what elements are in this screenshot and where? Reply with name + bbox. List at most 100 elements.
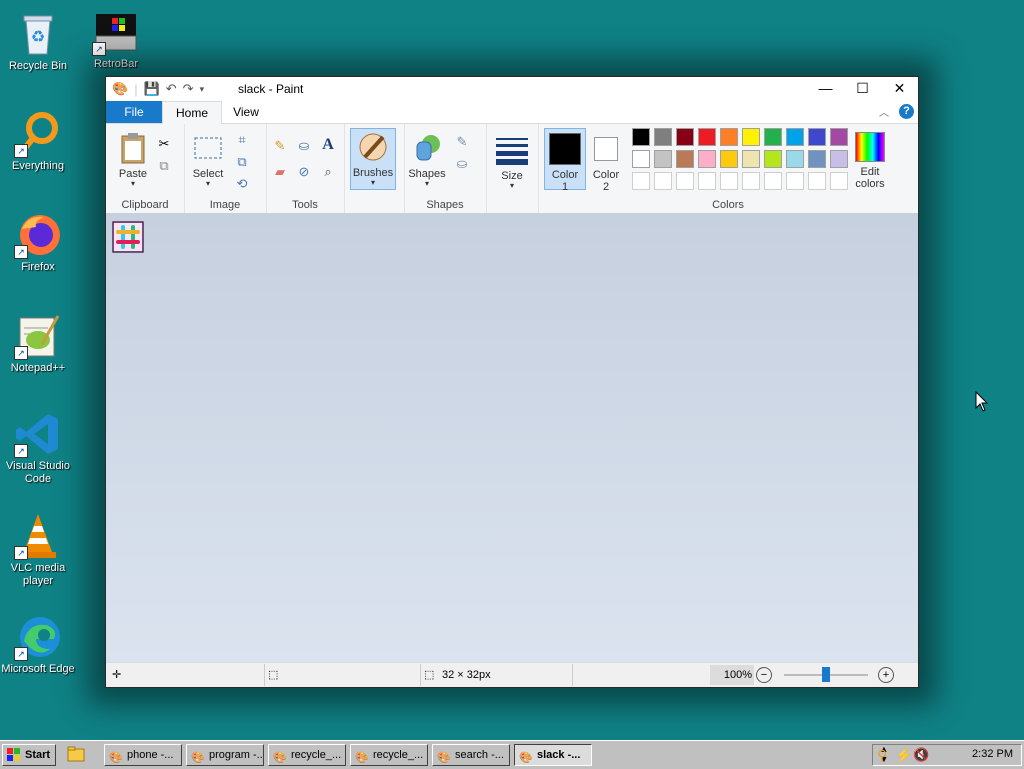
help-icon[interactable]: ? bbox=[899, 104, 914, 119]
palette-swatch[interactable] bbox=[808, 150, 826, 168]
palette-swatch[interactable] bbox=[698, 150, 716, 168]
undo-icon[interactable]: ↶ bbox=[166, 81, 177, 97]
copy-icon[interactable]: ⧉ bbox=[156, 158, 172, 174]
canvas-image[interactable] bbox=[112, 221, 144, 253]
palette-swatch[interactable] bbox=[632, 150, 650, 168]
eraser-icon[interactable]: ▰ bbox=[272, 164, 288, 180]
fill-bucket-icon[interactable]: ⛀ bbox=[296, 138, 312, 154]
resize-icon[interactable]: ⧉ bbox=[234, 154, 250, 170]
save-icon[interactable]: 💾 bbox=[144, 81, 160, 97]
canvas-area[interactable] bbox=[106, 213, 918, 662]
color-picker-icon[interactable]: ⊘ bbox=[296, 164, 312, 180]
paste-button[interactable]: Paste ▾ bbox=[116, 132, 150, 188]
close-button[interactable]: ✕ bbox=[881, 77, 918, 99]
text-tool-icon[interactable]: A bbox=[320, 137, 336, 153]
brush-icon bbox=[357, 131, 389, 163]
taskbar-button[interactable]: 🎨 search -... bbox=[432, 744, 510, 766]
quick-access-toolbar: 🎨 | 💾 ↶ ↷ ▾ bbox=[112, 81, 205, 97]
clock[interactable]: 2:32 PM bbox=[972, 748, 1013, 760]
fill-icon[interactable]: ⛀ bbox=[454, 156, 470, 172]
svg-text:♻: ♻ bbox=[31, 29, 45, 46]
shortcut-arrow-icon: ↗ bbox=[14, 245, 28, 259]
cut-icon[interactable]: ✂ bbox=[156, 136, 172, 152]
desktop-icon-vscode[interactable]: ↗ Visual Studio Code bbox=[0, 410, 76, 486]
zoom-out-button[interactable]: − bbox=[756, 667, 772, 683]
shapes-icon bbox=[411, 132, 443, 164]
palette-swatch[interactable] bbox=[830, 172, 848, 190]
zoom-slider-thumb[interactable] bbox=[822, 667, 830, 682]
palette-swatch[interactable] bbox=[786, 172, 804, 190]
size-button[interactable]: Size ▾ bbox=[494, 134, 530, 190]
palette-swatch[interactable] bbox=[786, 128, 804, 146]
tab-file[interactable]: File bbox=[106, 101, 162, 123]
pencil-icon[interactable]: ✎ bbox=[272, 138, 288, 154]
palette-swatch[interactable] bbox=[742, 150, 760, 168]
shapes-button[interactable]: Shapes ▾ bbox=[408, 132, 446, 188]
cursor-position-icon: ✛ bbox=[112, 669, 122, 681]
file-explorer-quicklaunch[interactable] bbox=[66, 745, 90, 765]
paint-app-icon[interactable]: 🎨 bbox=[112, 81, 128, 97]
palette-swatch[interactable] bbox=[632, 172, 650, 190]
palette-swatch[interactable] bbox=[786, 150, 804, 168]
everything-tray-icon[interactable]: ⚲ bbox=[877, 747, 887, 764]
redo-icon[interactable]: ↷ bbox=[183, 81, 194, 97]
palette-swatch[interactable] bbox=[764, 150, 782, 168]
palette-swatch[interactable] bbox=[742, 128, 760, 146]
taskbar-button[interactable]: 🎨 phone -... bbox=[104, 744, 182, 766]
select-button[interactable]: Select ▾ bbox=[190, 132, 226, 188]
palette-swatch[interactable] bbox=[830, 150, 848, 168]
rotate-icon[interactable]: ⟲ bbox=[234, 176, 250, 192]
desktop-icon-retrobar[interactable]: ↗ RetroBar bbox=[78, 8, 154, 71]
palette-swatch[interactable] bbox=[632, 128, 650, 146]
taskbar-button-active[interactable]: 🎨 slack -... bbox=[514, 744, 592, 766]
brushes-button[interactable]: Brushes ▾ bbox=[350, 128, 396, 190]
customize-toolbar-icon[interactable]: ▾ bbox=[200, 84, 205, 95]
vscode-icon: ↗ bbox=[14, 410, 62, 458]
desktop-icon-notepadpp[interactable]: ↗ Notepad++ bbox=[0, 312, 76, 375]
crop-icon[interactable]: ⌗ bbox=[234, 132, 250, 148]
group-label: Shapes bbox=[426, 199, 464, 211]
color2-button[interactable]: Color 2 bbox=[588, 129, 624, 193]
palette-swatch[interactable] bbox=[720, 150, 738, 168]
palette-swatch[interactable] bbox=[808, 172, 826, 190]
desktop-icon-vlc[interactable]: ↗ VLC media player bbox=[0, 512, 76, 588]
palette-swatch[interactable] bbox=[676, 150, 694, 168]
maximize-button[interactable]: ☐ bbox=[844, 77, 881, 99]
palette-swatch[interactable] bbox=[654, 150, 672, 168]
palette-swatch[interactable] bbox=[720, 128, 738, 146]
palette-swatch[interactable] bbox=[676, 128, 694, 146]
tab-view[interactable]: View bbox=[224, 101, 268, 123]
desktop-icon-firefox[interactable]: ↗ Firefox bbox=[0, 211, 76, 274]
palette-swatch[interactable] bbox=[654, 172, 672, 190]
desktop-icon-everything[interactable]: ↗ Everything bbox=[0, 110, 76, 173]
tab-home[interactable]: Home bbox=[162, 101, 222, 124]
desktop-icon-recycle-bin[interactable]: ♻ Recycle Bin bbox=[0, 10, 76, 73]
network-tray-icon[interactable]: ⚡ bbox=[895, 747, 912, 764]
collapse-ribbon-icon[interactable]: ︿ bbox=[879, 104, 889, 119]
palette-swatch[interactable] bbox=[742, 172, 760, 190]
palette-swatch[interactable] bbox=[654, 128, 672, 146]
palette-swatch[interactable] bbox=[764, 128, 782, 146]
palette-swatch[interactable] bbox=[764, 172, 782, 190]
palette-swatch[interactable] bbox=[698, 172, 716, 190]
color1-button[interactable]: Color 1 bbox=[544, 128, 586, 193]
palette-swatch[interactable] bbox=[676, 172, 694, 190]
desktop-icon-edge[interactable]: ↗ Microsoft Edge bbox=[0, 613, 76, 676]
taskbar-button[interactable]: 🎨 program -... bbox=[186, 744, 264, 766]
edit-colors-button[interactable]: Edit colors bbox=[850, 132, 890, 190]
desktop-icon-label: Firefox bbox=[21, 261, 55, 273]
palette-swatch[interactable] bbox=[720, 172, 738, 190]
taskbar-button[interactable]: 🎨 recycle_... bbox=[350, 744, 428, 766]
start-button[interactable]: Start bbox=[2, 744, 56, 766]
desktop-icon-label: Everything bbox=[12, 160, 64, 172]
palette-swatch[interactable] bbox=[808, 128, 826, 146]
palette-swatch[interactable] bbox=[830, 128, 848, 146]
minimize-button[interactable]: — bbox=[807, 77, 844, 99]
zoom-in-button[interactable]: + bbox=[878, 667, 894, 683]
magnifier-icon[interactable]: ⌕ bbox=[320, 164, 336, 180]
taskbar-button[interactable]: 🎨 recycle_... bbox=[268, 744, 346, 766]
outline-icon[interactable]: ✎ bbox=[454, 134, 470, 150]
palette-swatch[interactable] bbox=[698, 128, 716, 146]
title-bar[interactable]: 🎨 | 💾 ↶ ↷ ▾ slack - Paint — ☐ ✕ bbox=[106, 77, 918, 101]
volume-muted-icon[interactable]: 🔇 bbox=[913, 747, 929, 763]
